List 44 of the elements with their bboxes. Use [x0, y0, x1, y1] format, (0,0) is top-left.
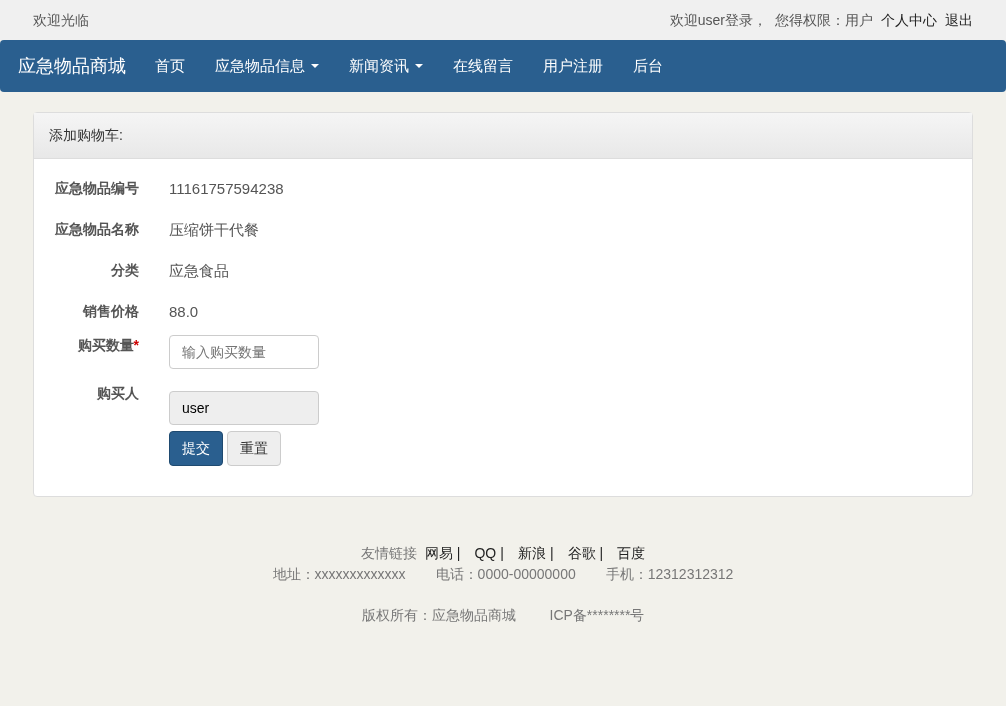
links-label: 友情链接 — [360, 544, 417, 563]
link-separator: | — [549, 544, 554, 563]
footer-link[interactable]: QQ — [474, 543, 497, 564]
footer-link[interactable]: 百度 — [617, 543, 646, 564]
copyright-text: ICP备********号 — [549, 606, 645, 625]
contact-text: 地址：xxxxxxxxxxxxx — [272, 565, 406, 584]
field-label: 销售价格 — [81, 302, 139, 321]
buyer-input[interactable]: user — [169, 391, 319, 425]
contact-text: 手机：12312312312 — [605, 565, 734, 584]
user-greeting: 欢迎user登录， — [669, 10, 767, 30]
nav-item-link[interactable]: 首页 — [140, 54, 200, 78]
field-value: 88.0 — [169, 302, 199, 322]
field-label: 购买人 — [96, 384, 139, 403]
field-label: 应急物品名称 — [54, 220, 139, 239]
field-value: 压缩饼干代餐 — [169, 220, 259, 240]
submit-button[interactable]: 提交 — [169, 431, 223, 466]
panel-heading: 添加购物车: — [34, 113, 972, 159]
welcome-text: 欢迎光临 — [33, 10, 89, 30]
link-separator: | — [500, 544, 504, 563]
top-link[interactable]: 退出 — [945, 9, 973, 31]
top-link[interactable]: 个人中心 — [881, 9, 937, 31]
link-separator: | — [599, 544, 604, 563]
permission-text: 您得权限：用户 — [775, 10, 873, 30]
copyright-text: 版权所有：应急物品商城 — [361, 606, 516, 625]
nav-item-link[interactable]: 新闻资讯 — [334, 54, 438, 78]
field-value: 11161757594238 — [169, 179, 284, 199]
footer-link[interactable]: 新浪 — [517, 543, 546, 564]
link-separator: | — [456, 544, 461, 563]
field-label: 应急物品编号 — [54, 179, 139, 198]
nav-item-link[interactable]: 在线留言 — [438, 54, 528, 78]
field-label: 分类 — [110, 261, 139, 280]
nav-item-link[interactable]: 后台 — [618, 54, 678, 78]
field-label: 购买数量* — [76, 336, 139, 355]
contact-text: 电话：0000-00000000 — [435, 565, 576, 584]
field-value: 应急食品 — [169, 261, 229, 281]
footer-link[interactable]: 谷歌 — [567, 543, 596, 564]
brand-link[interactable]: 应急物品商城 — [18, 52, 126, 80]
footer-link[interactable]: 网易 — [424, 543, 453, 564]
caret-icon — [311, 64, 319, 68]
caret-icon — [415, 64, 423, 68]
nav-item-link[interactable]: 用户注册 — [528, 54, 618, 78]
reset-button[interactable]: 重置 — [227, 431, 281, 466]
nav-item-link[interactable]: 应急物品信息 — [200, 54, 334, 78]
quantity-input[interactable]: 输入购买数量 — [169, 335, 319, 369]
